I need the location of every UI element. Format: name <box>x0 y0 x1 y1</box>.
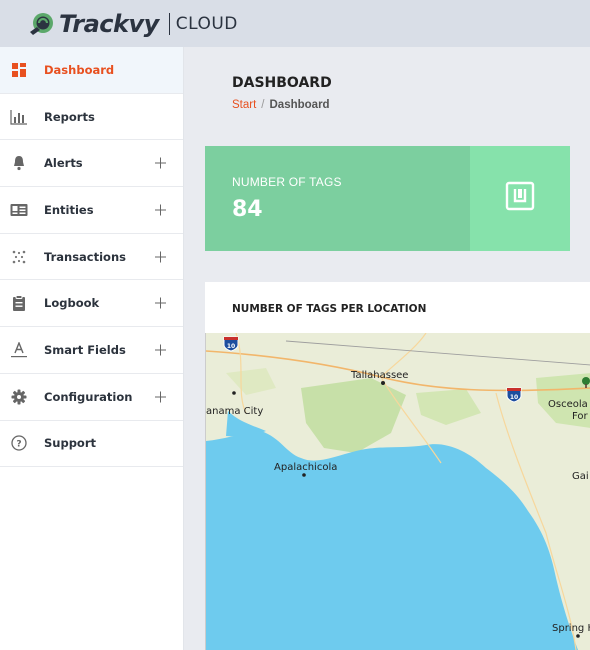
expand-plus-icon[interactable] <box>155 391 166 403</box>
expand-plus-icon[interactable] <box>155 344 166 356</box>
bell-icon <box>10 154 28 172</box>
bar-chart-icon <box>10 108 28 126</box>
panel-title: NUMBER OF TAGS PER LOCATION <box>232 303 427 315</box>
svg-text:?: ? <box>16 440 21 450</box>
brand-logo[interactable]: Trackvy CLOUD <box>28 10 238 38</box>
svg-text:10: 10 <box>510 394 518 401</box>
number-of-tags-card[interactable]: NUMBER OF TAGS 84 <box>205 146 570 251</box>
expand-plus-icon[interactable] <box>155 157 166 169</box>
sidebar-item-reports[interactable]: Reports <box>0 94 183 141</box>
location-map[interactable]: 10 10 Tallahassee anama City Apalachicol… <box>205 333 590 650</box>
page-title: DASHBOARD <box>232 75 332 91</box>
sidebar-item-dashboard[interactable]: Dashboard <box>0 47 183 94</box>
sidebar-item-alerts[interactable]: Alerts <box>0 140 183 188</box>
sidebar-item-configuration[interactable]: Configuration <box>0 374 183 421</box>
sidebar-item-transactions[interactable]: Transactions <box>0 234 183 281</box>
sidebar-item-entities[interactable]: Entities <box>0 187 183 234</box>
brand-name: Trackvy <box>59 9 159 38</box>
sidebar-item-label: Smart Fields <box>44 342 126 357</box>
expand-plus-icon[interactable] <box>155 297 166 309</box>
gear-icon <box>10 388 28 406</box>
sidebar-item-label: Logbook <box>44 296 100 311</box>
text-field-icon <box>10 341 28 359</box>
breadcrumb-separator: / <box>261 99 265 111</box>
help-icon: ? <box>10 434 28 452</box>
stat-label: NUMBER OF TAGS <box>232 175 342 189</box>
sidebar-item-label: Reports <box>44 109 95 124</box>
sidebar-item-label: Transactions <box>44 249 126 264</box>
breadcrumb: Start / Dashboard <box>232 99 330 111</box>
dots-icon <box>10 248 28 266</box>
stat-card-icon-area <box>470 146 570 251</box>
map-label-tallahassee: Tallahassee <box>350 370 408 381</box>
map-label-apalachicola: Apalachicola <box>274 462 337 473</box>
breadcrumb-current: Dashboard <box>269 99 330 111</box>
sidebar-item-label: Support <box>44 436 97 451</box>
clipboard-icon <box>10 294 28 312</box>
stat-value: 84 <box>232 197 263 222</box>
expand-plus-icon[interactable] <box>155 204 166 216</box>
map-label-forest: For <box>572 411 589 422</box>
brand-product: CLOUD <box>175 13 238 34</box>
tags-per-location-panel: NUMBER OF TAGS PER LOCATION 10 10 Tallah… <box>205 282 590 650</box>
map-label-spring-hill: Spring H <box>552 623 590 634</box>
sidebar-item-label: Configuration <box>44 389 133 404</box>
brand-divider <box>168 12 170 35</box>
sidebar-item-support[interactable]: ? Support <box>0 421 183 468</box>
map-label-osceola: Osceola N <box>548 399 590 410</box>
svg-text:10: 10 <box>227 343 235 350</box>
stat-card-body: NUMBER OF TAGS 84 <box>205 146 470 251</box>
dashboard-icon <box>10 61 28 79</box>
id-card-icon <box>10 201 28 219</box>
expand-plus-icon[interactable] <box>155 251 166 263</box>
top-bar: Trackvy CLOUD <box>0 0 590 47</box>
sidebar-item-logbook[interactable]: Logbook <box>0 280 183 328</box>
map-label-panama-city: anama City <box>206 406 263 417</box>
map-label-gainesville: Gai <box>572 471 589 482</box>
interstate-10-east-shield: 10 <box>506 387 522 403</box>
sidebar-item-label: Alerts <box>44 156 83 171</box>
sidebar: Dashboard Reports Alerts Entities Transa… <box>0 47 184 650</box>
sidebar-item-label: Dashboard <box>44 62 115 77</box>
sidebar-item-label: Entities <box>44 202 94 217</box>
tag-icon <box>505 181 535 216</box>
logo-mark-icon <box>28 10 56 38</box>
sidebar-item-smart-fields[interactable]: Smart Fields <box>0 327 183 374</box>
breadcrumb-start-link[interactable]: Start <box>232 99 256 111</box>
interstate-10-west-shield: 10 <box>223 336 239 352</box>
